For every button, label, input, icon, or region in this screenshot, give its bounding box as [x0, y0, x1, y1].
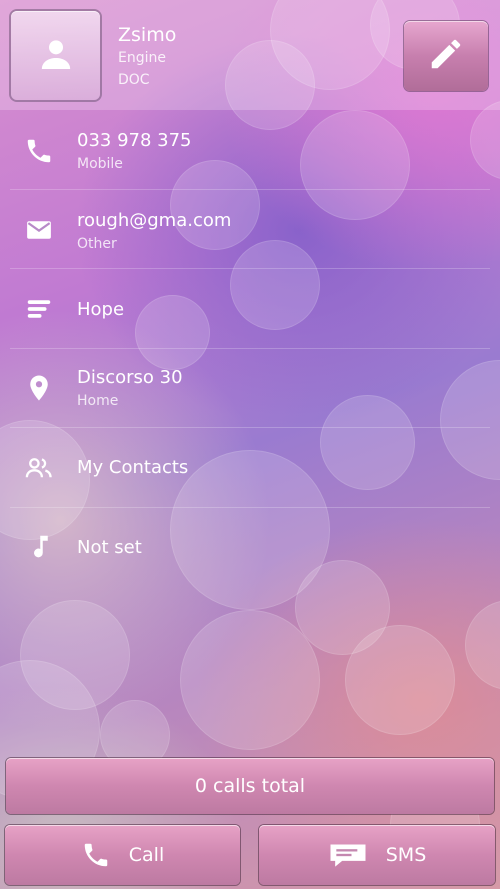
detail-row-ringtone[interactable]: Not set — [10, 508, 490, 588]
contact-company: Engine — [118, 50, 166, 66]
ringtone-icon — [24, 532, 54, 562]
sms-button[interactable]: SMS — [259, 825, 495, 885]
address-type: Home — [77, 393, 119, 409]
detail-row-email[interactable]: rough@gma.com Other — [10, 190, 490, 269]
notes-icon — [24, 294, 54, 324]
phone-icon — [24, 136, 54, 166]
contact-avatar[interactable] — [11, 11, 100, 100]
detail-row-address[interactable]: Discorso 30 Home — [10, 349, 490, 428]
address-text: Discorso 30 — [77, 367, 183, 388]
phone-icon — [81, 840, 111, 870]
call-button-label: Call — [128, 844, 165, 866]
calls-total-bar[interactable]: 0 calls total — [6, 758, 494, 814]
notes-text: Hope — [77, 299, 125, 320]
group-icon — [24, 453, 54, 483]
sms-button-label: SMS — [385, 844, 427, 866]
person-icon — [36, 34, 76, 78]
detail-row-group[interactable]: My Contacts — [10, 428, 490, 508]
detail-row-phone[interactable]: 033 978 375 Mobile — [10, 110, 490, 190]
message-icon — [328, 841, 368, 869]
ringtone-value: Not set — [77, 537, 142, 558]
email-address: rough@gma.com — [77, 210, 232, 231]
location-icon — [24, 373, 54, 403]
detail-row-notes[interactable]: Hope — [10, 269, 490, 349]
calls-total-text: 0 calls total — [194, 775, 306, 797]
pencil-icon — [427, 35, 465, 77]
email-type: Other — [77, 236, 117, 252]
call-button[interactable]: Call — [5, 825, 240, 885]
email-icon — [24, 215, 54, 245]
contact-title: DOC — [118, 72, 150, 88]
group-name: My Contacts — [77, 457, 189, 478]
phone-type: Mobile — [77, 156, 123, 172]
edit-contact-button[interactable] — [404, 21, 488, 91]
contact-header: Zsimo Engine DOC — [0, 0, 500, 110]
phone-number: 033 978 375 — [77, 130, 192, 151]
contact-name: Zsimo — [118, 24, 177, 46]
